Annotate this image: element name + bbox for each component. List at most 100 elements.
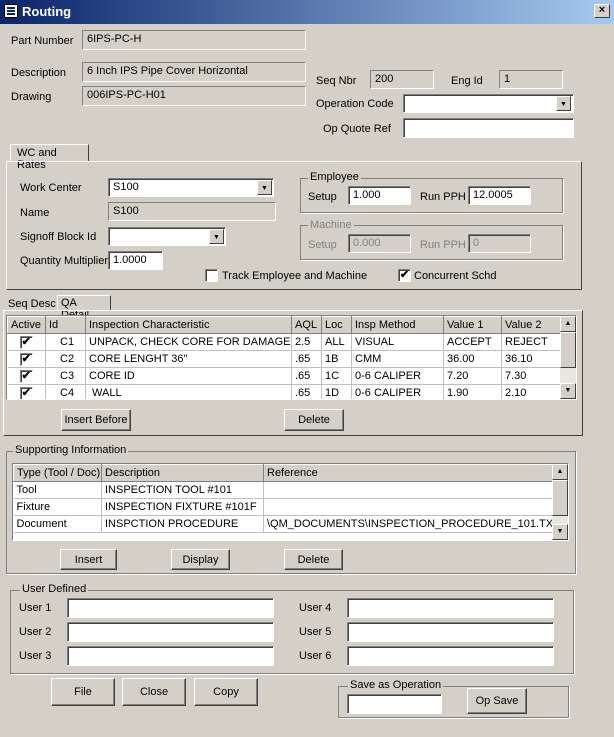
file-button[interactable]: File (51, 678, 115, 706)
machine-setup-input[interactable]: 0.000 (348, 234, 411, 253)
cell-aql[interactable]: .65 (291, 350, 322, 368)
cell-id[interactable]: C3 (45, 367, 86, 385)
supporting-info-grid[interactable]: Type (Tool / Doc) Description Reference … (12, 463, 569, 541)
operation-code-select[interactable] (403, 94, 574, 113)
copy-button[interactable]: Copy (194, 678, 258, 706)
cell-value2[interactable]: 36.10 (501, 350, 563, 368)
cell-reference[interactable] (263, 481, 555, 499)
cell-value2[interactable]: 7.30 (501, 367, 563, 385)
cell-value1[interactable]: 7.20 (443, 367, 502, 385)
scroll-up-icon[interactable]: ▲ (552, 464, 568, 480)
table-row[interactable]: ✔ C3 CORE ID .65 1C 0-6 CALIPER 7.20 7.3… (7, 367, 563, 385)
save-as-operation-input[interactable] (347, 694, 442, 714)
cell-aql[interactable]: .65 (291, 367, 322, 385)
qa-grid-scrollbar[interactable]: ▲ ▼ (560, 316, 576, 399)
col-header-active[interactable]: Active (7, 316, 46, 334)
cell-loc[interactable]: 1B (321, 350, 352, 368)
tab-wc-and-rates[interactable]: WC and Rates (10, 144, 89, 171)
col-header-description[interactable]: Description (101, 464, 264, 482)
table-row[interactable]: Tool INSPECTION TOOL #101 (13, 481, 555, 499)
cell-loc[interactable]: 1C (321, 367, 352, 385)
cell-reference[interactable]: \QM_DOCUMENTS\INSPECTION_PROCEDURE_101.T… (263, 515, 555, 533)
table-row[interactable]: Fixture INSPECTION FIXTURE #101F (13, 498, 555, 516)
col-header-value2[interactable]: Value 2 (501, 316, 563, 334)
user5-input[interactable] (347, 622, 554, 642)
op-quote-ref-input[interactable] (403, 118, 574, 138)
scroll-down-icon[interactable]: ▼ (552, 524, 568, 540)
col-header-loc[interactable]: Loc (321, 316, 352, 334)
cell-description[interactable]: INSPCTION PROCEDURE (101, 515, 264, 533)
col-header-type[interactable]: Type (Tool / Doc) (13, 464, 102, 482)
cell-characteristic[interactable]: WALL (85, 384, 292, 399)
employee-run-pph-input[interactable]: 12.0005 (468, 186, 531, 205)
tab-seq-desc[interactable]: Seq Desc (8, 298, 56, 310)
cell-characteristic[interactable]: UNPACK, CHECK CORE FOR DAMAGE (85, 333, 292, 351)
col-header-aql[interactable]: AQL (291, 316, 322, 334)
cell-type[interactable]: Tool (13, 481, 102, 499)
cell-loc[interactable]: 1D (321, 384, 352, 399)
active-checkbox[interactable]: ✔ (19, 369, 33, 383)
cell-description[interactable]: INSPECTION FIXTURE #101F (101, 498, 264, 516)
active-checkbox[interactable]: ✔ (19, 352, 33, 366)
table-row[interactable]: Document INSPCTION PROCEDURE \QM_DOCUMEN… (13, 515, 555, 533)
col-header-id[interactable]: Id (45, 316, 86, 334)
work-center-select[interactable]: S100 (108, 178, 274, 197)
qa-inspection-grid[interactable]: Active Id Inspection Characteristic AQL … (6, 315, 577, 400)
cell-method[interactable]: CMM (351, 350, 444, 368)
active-checkbox[interactable]: ✔ (19, 386, 33, 399)
scroll-thumb[interactable] (560, 332, 576, 368)
work-center-dropdown-icon[interactable]: ▼ (257, 180, 272, 195)
table-row[interactable]: ✔ C2 CORE LENGHT 36" .65 1B CMM 36.00 36… (7, 350, 563, 368)
cell-value1[interactable]: 1.90 (443, 384, 502, 399)
signoff-block-dropdown-icon[interactable]: ▼ (209, 229, 224, 244)
cell-id[interactable]: C2 (45, 350, 86, 368)
scroll-down-icon[interactable]: ▼ (560, 383, 576, 399)
table-row[interactable]: ✔ C4 WALL .65 1D 0-6 CALIPER 1.90 2.10 (7, 384, 563, 399)
col-header-insp-method[interactable]: Insp Method (351, 316, 444, 334)
table-row[interactable]: ✔ C1 UNPACK, CHECK CORE FOR DAMAGE 2.5 A… (7, 333, 563, 351)
quantity-multiplier-input[interactable]: 1.0000 (108, 251, 163, 270)
display-support-button[interactable]: Display (171, 549, 230, 570)
machine-run-pph-input[interactable]: 0 (468, 234, 531, 253)
close-button[interactable]: Close (122, 678, 186, 706)
insert-support-button[interactable]: Insert (60, 549, 117, 570)
cell-description[interactable]: INSPECTION TOOL #101 (101, 481, 264, 499)
title-bar[interactable]: Routing × (0, 0, 614, 24)
supporting-grid-scrollbar[interactable]: ▲ ▼ (552, 464, 568, 540)
col-header-reference[interactable]: Reference (263, 464, 555, 482)
user4-input[interactable] (347, 598, 554, 618)
user6-input[interactable] (347, 646, 554, 666)
cell-aql[interactable]: .65 (291, 384, 322, 399)
cell-value1[interactable]: 36.00 (443, 350, 502, 368)
scroll-thumb[interactable] (552, 480, 568, 516)
col-header-value1[interactable]: Value 1 (443, 316, 502, 334)
delete-support-button[interactable]: Delete (284, 549, 343, 570)
cell-value1[interactable]: ACCEPT (443, 333, 502, 351)
active-checkbox[interactable]: ✔ (19, 335, 33, 349)
user2-input[interactable] (67, 622, 274, 642)
cell-method[interactable]: 0-6 CALIPER (351, 384, 444, 399)
cell-value2[interactable]: 2.10 (501, 384, 563, 399)
track-employee-machine-checkbox[interactable] (205, 269, 218, 282)
tab-qa-detail[interactable]: QA Detail (57, 295, 111, 321)
delete-qa-button[interactable]: Delete (284, 409, 344, 431)
cell-value2[interactable]: REJECT (501, 333, 563, 351)
scroll-up-icon[interactable]: ▲ (560, 316, 576, 332)
cell-type[interactable]: Document (13, 515, 102, 533)
cell-method[interactable]: VISUAL (351, 333, 444, 351)
cell-reference[interactable] (263, 498, 555, 516)
col-header-inspection-characteristic[interactable]: Inspection Characteristic (85, 316, 292, 334)
cell-loc[interactable]: ALL (321, 333, 352, 351)
user1-input[interactable] (67, 598, 274, 618)
insert-before-button[interactable]: Insert Before (61, 409, 131, 431)
cell-id[interactable]: C4 (45, 384, 86, 399)
cell-type[interactable]: Fixture (13, 498, 102, 516)
cell-id[interactable]: C1 (45, 333, 86, 351)
cell-characteristic[interactable]: CORE LENGHT 36" (85, 350, 292, 368)
cell-characteristic[interactable]: CORE ID (85, 367, 292, 385)
operation-code-dropdown-icon[interactable]: ▼ (556, 96, 571, 111)
close-window-button[interactable]: × (594, 4, 610, 18)
concurrent-schd-checkbox[interactable]: ✔ (398, 269, 411, 282)
employee-setup-input[interactable]: 1.000 (348, 186, 411, 205)
user3-input[interactable] (67, 646, 274, 666)
